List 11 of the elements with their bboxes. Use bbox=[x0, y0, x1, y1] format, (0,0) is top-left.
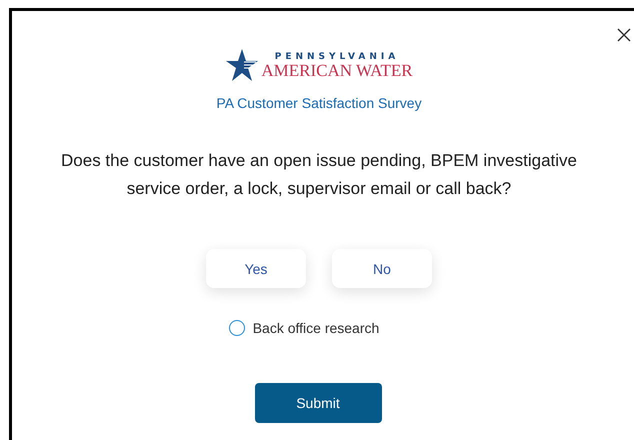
answer-button[interactable]: No bbox=[332, 249, 432, 288]
logo-text: AMERICAN WATER bbox=[261, 62, 413, 78]
question-text: Does the customer have an open issue pending, BPEM investigative service order, a lock, supervisor email or call back? bbox=[60, 150, 578, 200]
radio-button[interactable] bbox=[228, 320, 245, 336]
submit-button[interactable]: Submit bbox=[254, 383, 382, 423]
radio-label: Back office research bbox=[252, 320, 380, 336]
star-logo-icon bbox=[225, 48, 260, 82]
close-icon[interactable] bbox=[616, 27, 632, 43]
survey-title: PA Customer Satisfaction Survey bbox=[216, 95, 422, 111]
answer-button[interactable]: Yes bbox=[206, 249, 306, 288]
logo-text: PENNSYLVANIA bbox=[274, 52, 400, 62]
